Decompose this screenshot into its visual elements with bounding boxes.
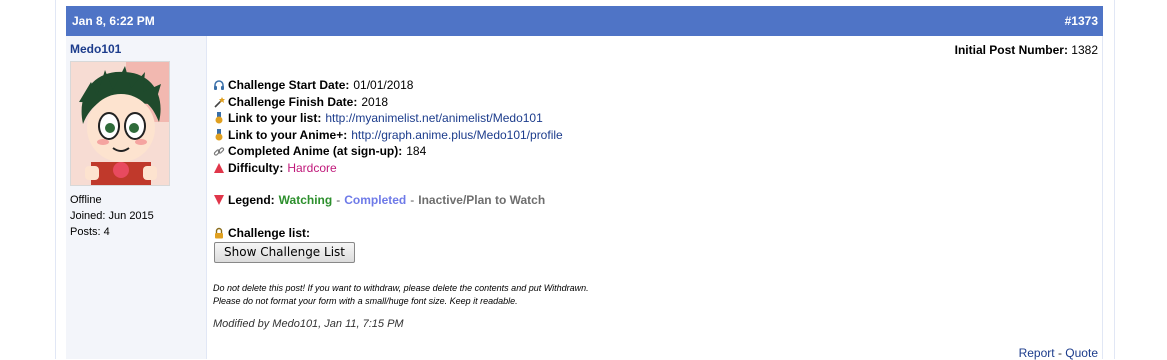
start-date-label: Challenge Start Date: <box>228 78 350 92</box>
initial-post-value: 1382 <box>1071 43 1098 57</box>
post-content: Initial Post Number: 1382 Challenge Star… <box>213 36 1098 360</box>
avatar-image <box>71 62 169 185</box>
report-link[interactable]: Report <box>1019 346 1055 360</box>
actions-separator: - <box>1057 346 1062 360</box>
initial-post-number: Initial Post Number: 1382 <box>955 43 1098 57</box>
field-difficulty: Difficulty: Hardcore <box>213 160 563 177</box>
legend-watching: Watching <box>278 193 333 207</box>
wand-icon <box>213 96 225 108</box>
field-completed-anime: Completed Anime (at sign-up): 184 <box>213 143 563 160</box>
legend-inactive: Inactive/Plan to Watch <box>418 193 546 207</box>
note-line-2: Please do not format your form with a sm… <box>213 296 518 306</box>
user-sidebar: Medo101 Offline Joined: Jun 2015 Posts: … <box>66 36 207 359</box>
animeplus-link[interactable]: http://graph.anime.plus/Medo101/profile <box>351 127 562 144</box>
field-list-link: Link to your list: http://myanimelist.ne… <box>213 110 563 127</box>
list-link-label: Link to your list: <box>228 111 322 126</box>
challenge-list-heading: Challenge list: <box>213 225 314 242</box>
avatar[interactable] <box>70 61 170 186</box>
red-down-triangle-icon <box>213 194 225 206</box>
field-start-date: Challenge Start Date: 01/01/2018 <box>213 77 563 94</box>
forum-post: Jan 8, 6:22 PM #1373 Medo101 Offline Joi… <box>66 6 1103 360</box>
user-joined: Joined: Jun 2015 <box>70 210 154 222</box>
show-challenge-list-button[interactable]: Show Challenge List <box>214 242 355 263</box>
challenge-fields: Challenge Start Date: 01/01/2018 Challen… <box>213 77 563 177</box>
completed-anime-value: 184 <box>406 144 427 159</box>
note-line-1: Do not delete this post! If you want to … <box>213 283 589 293</box>
post-body: Medo101 Offline Joined: Jun 2015 Posts: … <box>66 36 1103 360</box>
list-link[interactable]: http://myanimelist.net/animelist/Medo101 <box>325 110 542 127</box>
modified-note: Modified by Medo101, Jan 11, 7:15 PM <box>213 318 404 330</box>
legend-separator: - <box>410 193 415 207</box>
page-frame-left <box>55 0 56 359</box>
initial-post-label: Initial Post Number: <box>954 43 1068 57</box>
user-status: Offline <box>70 194 102 206</box>
legend-separator: - <box>336 193 341 207</box>
field-finish-date: Challenge Finish Date: 2018 <box>213 94 563 111</box>
post-notes: Do not delete this post! If you want to … <box>213 282 589 308</box>
username-link[interactable]: Medo101 <box>70 42 202 57</box>
quote-link[interactable]: Quote <box>1065 346 1098 360</box>
page-frame-right <box>1114 0 1115 359</box>
finish-date-value: 2018 <box>361 94 389 109</box>
post-date: Jan 8, 6:22 PM <box>72 14 155 28</box>
completed-anime-label: Completed Anime (at sign-up): <box>228 144 403 159</box>
post-header: Jan 8, 6:22 PM #1373 <box>66 6 1103 36</box>
finish-date-label: Challenge Finish Date: <box>228 94 358 109</box>
challenge-list-label: Challenge list: <box>228 226 311 240</box>
headphones-icon <box>213 79 225 91</box>
difficulty-value: Hardcore <box>287 160 337 175</box>
post-number-link[interactable]: #1373 <box>1065 14 1098 28</box>
post-actions: Report - Quote <box>1019 346 1098 360</box>
medal-icon <box>213 112 225 124</box>
difficulty-label: Difficulty: <box>228 160 284 175</box>
link-icon <box>213 146 225 158</box>
lock-icon <box>213 227 225 239</box>
animeplus-link-label: Link to your Anime+: <box>228 127 348 142</box>
legend-completed: Completed <box>344 193 407 207</box>
red-up-triangle-icon <box>213 162 225 174</box>
legend-label: Legend: <box>228 193 275 207</box>
medal-icon <box>213 129 225 141</box>
start-date-value: 01/01/2018 <box>353 78 414 92</box>
user-posts: Posts: 4 <box>70 226 110 238</box>
legend: Legend: Watching - Completed - Inactive/… <box>213 192 545 209</box>
field-animeplus-link: Link to your Anime+: http://graph.anime.… <box>213 127 563 144</box>
